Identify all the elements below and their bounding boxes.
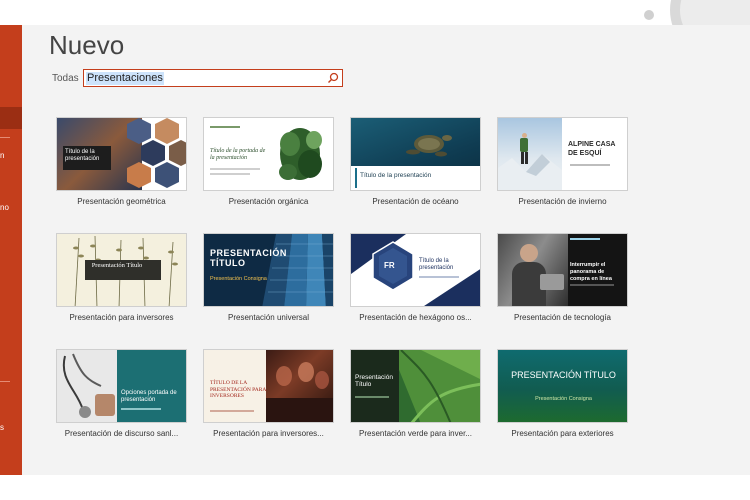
template-thumbnail[interactable]: PRESENTACIÓN TÍTULO Presentación Consign… [203, 233, 334, 307]
template-name[interactable]: Presentación para inversores [48, 313, 195, 322]
thumbnail-subtitle: Presentación Consigna [535, 396, 592, 402]
template-thumbnail[interactable]: Título de la portada de la presentación [203, 117, 334, 191]
thumbnail-badge: FR [384, 261, 395, 270]
sidebar-divider [0, 381, 10, 382]
template-tile[interactable]: ALPINE CASA DE ESQUÍ Presentación de inv… [489, 117, 636, 206]
sidebar-item-label[interactable]: no [0, 203, 9, 212]
template-thumbnail[interactable]: ALPINE CASA DE ESQUÍ [497, 117, 628, 191]
search-scope-label[interactable]: Todas [52, 73, 79, 84]
template-tile[interactable]: Opciones portada de presentación Present… [48, 349, 195, 438]
template-thumbnail[interactable]: PRESENTACIÓN TÍTULO Presentación Consign… [497, 349, 628, 423]
template-thumbnail[interactable]: Presentación Título [350, 349, 481, 423]
thumbnail-title: Presentación Título [355, 374, 393, 388]
bottom-margin [0, 475, 750, 500]
template-name[interactable]: Presentación orgánica [195, 197, 342, 206]
backstage-sidebar: n no s [0, 25, 22, 475]
search-query[interactable]: Presentaciones [86, 72, 164, 85]
template-tile[interactable]: Presentación Título Presentación para in… [48, 233, 195, 322]
template-name[interactable]: Presentación de tecnología [489, 313, 636, 322]
sidebar-item-label[interactable]: s [0, 423, 4, 432]
thumbnail-title: Interrumpir el panorama de compra en lín… [570, 262, 612, 282]
template-thumbnail[interactable]: Título de la presentación [350, 117, 481, 191]
thumbnail-title: Presentación Título [91, 262, 143, 269]
template-tile[interactable]: Presentación Título Presentación verde p… [342, 349, 489, 438]
decorative-dot [644, 10, 654, 20]
template-search-input[interactable]: Presentaciones [83, 69, 343, 87]
thumbnail-title: TÍTULO DE LA PRESENTACIÓN PARA INVERSORE… [210, 380, 267, 399]
template-thumbnail[interactable]: Opciones portada de presentación [56, 349, 187, 423]
template-tile[interactable]: Título de la presentación Presentación g… [48, 117, 195, 206]
thumbnail-title: ALPINE CASA DE ESQUÍ [568, 141, 616, 157]
thumbnail-title: Título de la presentación [65, 149, 100, 162]
sidebar-item-label[interactable]: n [0, 151, 4, 160]
new-panel: Nuevo Todas Presentaciones Título de la … [22, 25, 750, 475]
thumbnail-title: Título de la presentación [419, 258, 454, 271]
template-name[interactable]: Presentación de océano [342, 197, 489, 206]
thumbnail-title: PRESENTACIÓN TÍTULO [210, 248, 287, 268]
thumbnail-subtitle: Presentación Consigna [210, 276, 267, 282]
template-name[interactable]: Presentación de hexágono os... [342, 313, 489, 322]
thumbnail-title: Título de la portada de la presentación [210, 148, 266, 161]
template-thumbnail[interactable]: Interrumpir el panorama de compra en lín… [497, 233, 628, 307]
template-tile[interactable]: PRESENTACIÓN TÍTULO Presentación Consign… [195, 233, 342, 322]
page-title: Nuevo [49, 30, 125, 60]
template-tile[interactable]: FR Título de la presentación Presentació… [342, 233, 489, 322]
sidebar-divider [0, 137, 10, 138]
template-tile[interactable]: Título de la presentación Presentación d… [342, 117, 489, 206]
template-thumbnail[interactable]: TÍTULO DE LA PRESENTACIÓN PARA INVERSORE… [203, 349, 334, 423]
template-name[interactable]: Presentación para exteriores [489, 429, 636, 438]
template-name[interactable]: Presentación de invierno [489, 197, 636, 206]
template-name[interactable]: Presentación geométrica [48, 197, 195, 206]
template-name[interactable]: Presentación de discurso sanl... [48, 429, 195, 438]
template-tile[interactable]: PRESENTACIÓN TÍTULO Presentación Consign… [489, 349, 636, 438]
template-thumbnail[interactable]: FR Título de la presentación [350, 233, 481, 307]
template-name[interactable]: Presentación verde para inver... [342, 429, 489, 438]
thumbnail-title: Título de la presentación [360, 172, 432, 179]
template-name[interactable]: Presentación para inversores... [195, 429, 342, 438]
sidebar-item-new[interactable] [0, 107, 22, 129]
template-tile[interactable]: Título de la portada de la presentación … [195, 117, 342, 206]
search-icon[interactable] [327, 72, 339, 84]
template-tile[interactable]: Interrumpir el panorama de compra en lín… [489, 233, 636, 322]
template-tile[interactable]: TÍTULO DE LA PRESENTACIÓN PARA INVERSORE… [195, 349, 342, 438]
template-thumbnail[interactable]: Título de la presentación [56, 117, 187, 191]
title-bar [0, 0, 750, 60]
thumbnail-title: PRESENTACIÓN TÍTULO [511, 370, 616, 380]
template-thumbnail[interactable]: Presentación Título [56, 233, 187, 307]
thumbnail-title: Opciones portada de presentación [121, 390, 177, 403]
template-name[interactable]: Presentación universal [195, 313, 342, 322]
